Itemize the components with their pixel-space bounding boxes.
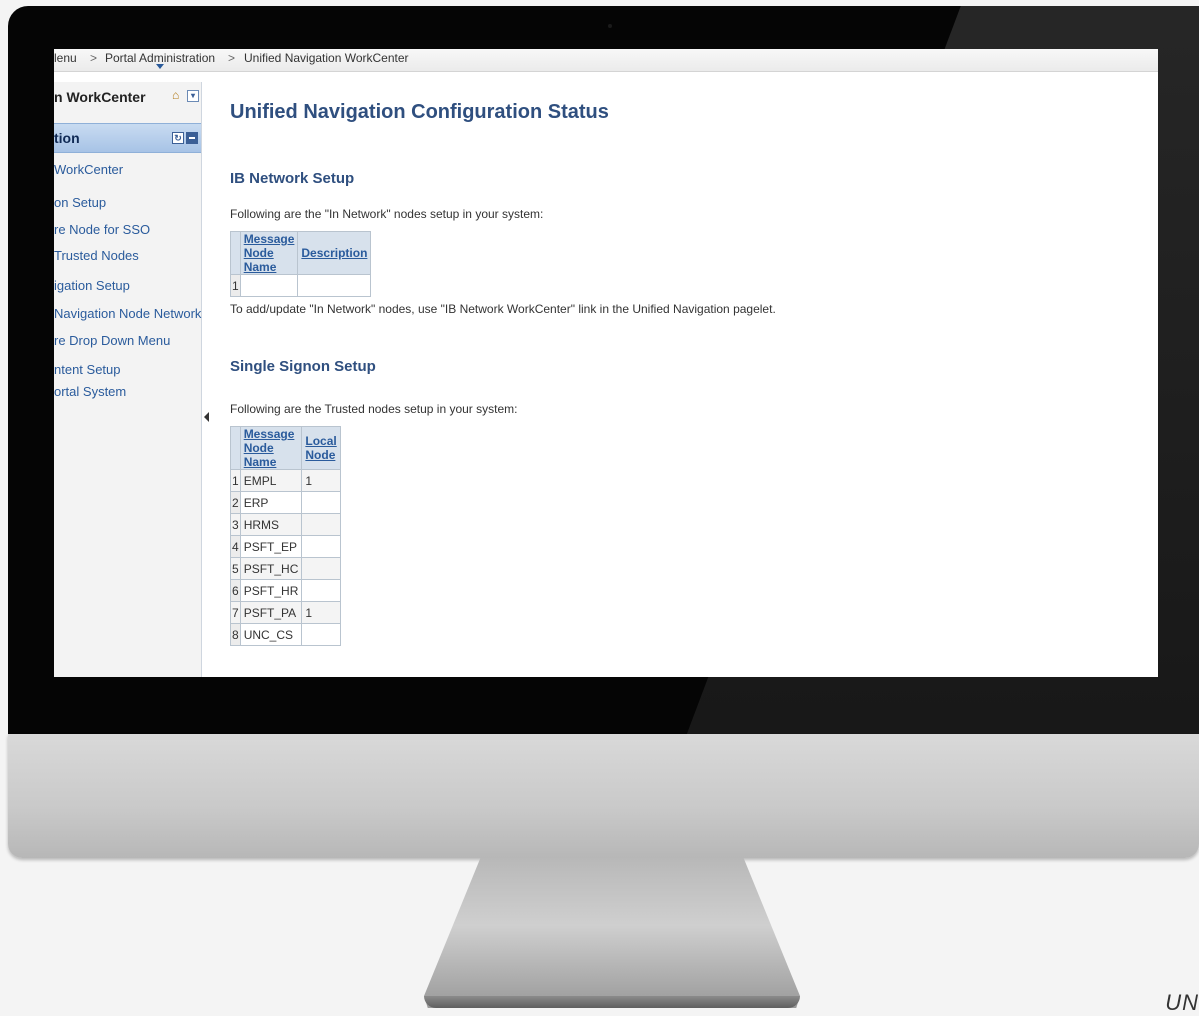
breadcrumb-caret-icon[interactable] — [156, 64, 164, 69]
cell-message-node-name: ERP — [239, 491, 303, 514]
cell-local-node — [301, 579, 341, 602]
screen: lenu > Portal Administration > Unified N… — [54, 49, 1158, 677]
sort-link-message-node-name[interactable]: Message Node Name — [244, 232, 295, 274]
sort-link-message-node-name[interactable]: Message Node Name — [244, 427, 295, 469]
page-title: Unified Navigation Configuration Status — [230, 101, 609, 123]
sidebar-item-configure-node-sso[interactable]: re Node for SSO — [54, 222, 150, 237]
row-number: 6 — [230, 579, 241, 602]
cell-message-node-name: PSFT_HC — [239, 557, 303, 580]
home-icon[interactable]: ⌂ — [172, 89, 185, 101]
ib-network-table: Message Node Name Description 1 — [230, 231, 372, 297]
sidebar-title: n WorkCenter — [54, 89, 146, 105]
ib-network-setup-title: IB Network Setup — [230, 170, 355, 187]
collapse-icon[interactable] — [186, 132, 198, 144]
refresh-icon[interactable]: ↻ — [172, 132, 184, 144]
row-number: 3 — [230, 513, 241, 536]
sidebar-item-drop-down-menu[interactable]: re Drop Down Menu — [54, 333, 170, 348]
breadcrumb-item-menu[interactable]: lenu — [54, 49, 77, 67]
table-row: 8 UNC_CS — [230, 623, 341, 646]
table-row: 2 ERP — [230, 491, 341, 514]
cell-local-node — [301, 535, 341, 558]
row-number: 2 — [230, 491, 241, 514]
sidebar: n WorkCenter ⌂ ▾ tion ↻ WorkCenter on Se… — [54, 82, 202, 677]
sidebar-item-portal-system[interactable]: ortal System — [54, 384, 126, 399]
cell-message-node-name: UNC_CS — [239, 623, 303, 646]
table-row: 3 HRMS — [230, 513, 341, 536]
breadcrumb-separator: > — [228, 51, 236, 65]
table-row: 1 — [230, 274, 372, 297]
row-number: 1 — [230, 274, 241, 297]
row-number: 7 — [230, 601, 241, 624]
sidebar-section-label: tion — [54, 130, 80, 146]
cell-message-node-name: EMPL — [239, 469, 303, 492]
cell-message-node-name: PSFT_EP — [239, 535, 303, 558]
sidebar-collapse-handle[interactable] — [203, 407, 209, 427]
breadcrumb-item-current: Unified Navigation WorkCenter — [244, 51, 409, 65]
row-number-header — [230, 426, 241, 470]
breadcrumb: lenu > Portal Administration > Unified N… — [54, 49, 1158, 72]
table-header-row: Message Node Name Local Node — [230, 426, 341, 470]
sort-link-description[interactable]: Description — [301, 246, 367, 260]
table-row: 7 PSFT_PA 1 — [230, 601, 341, 624]
cell-local-node: 1 — [301, 469, 341, 492]
ib-network-note: To add/update "In Network" nodes, use "I… — [230, 302, 776, 316]
sidebar-item-navigation-node-network[interactable]: Navigation Node Network — [54, 306, 201, 321]
monitor-chin — [8, 734, 1199, 858]
row-number: 5 — [230, 557, 241, 580]
sidebar-item-workcenter[interactable]: WorkCenter — [54, 162, 123, 177]
cell-local-node — [301, 513, 341, 536]
cell-message-node-name: PSFT_HR — [239, 579, 303, 602]
monitor-stand — [424, 858, 800, 1008]
cell-message-node-name: HRMS — [239, 513, 303, 536]
cell-message-node-name: PSFT_PA — [239, 601, 303, 624]
cell-description — [297, 274, 372, 297]
cell-local-node — [301, 491, 341, 514]
sidebar-item-content-setup[interactable]: ntent Setup — [54, 362, 121, 377]
camera-dot — [608, 24, 612, 28]
column-header-message-node-name[interactable]: Message Node Name — [239, 231, 299, 275]
single-signon-intro: Following are the Trusted nodes setup in… — [230, 402, 518, 416]
sort-link-local-node[interactable]: Local Node — [305, 434, 336, 462]
cell-local-node: 1 — [301, 601, 341, 624]
table-row: 4 PSFT_EP — [230, 535, 341, 558]
ib-network-intro: Following are the "In Network" nodes set… — [230, 207, 544, 221]
sidebar-item-navigation-setup[interactable]: on Setup — [54, 195, 106, 210]
table-row: 1 EMPL 1 — [230, 469, 341, 492]
table-row: 5 PSFT_HC — [230, 557, 341, 580]
row-number: 1 — [230, 469, 241, 492]
single-signon-setup-title: Single Signon Setup — [230, 358, 376, 375]
column-header-message-node-name[interactable]: Message Node Name — [239, 426, 303, 470]
cell-local-node — [301, 557, 341, 580]
row-number: 4 — [230, 535, 241, 558]
sidebar-title-bar: n WorkCenter ⌂ ▾ — [54, 85, 201, 109]
row-number-header — [230, 231, 241, 275]
sidebar-section-header[interactable]: tion ↻ — [54, 123, 201, 153]
monitor-stand-base — [424, 996, 800, 1008]
sidebar-item-navigation-setup-2[interactable]: igation Setup — [54, 278, 130, 293]
cell-local-node — [301, 623, 341, 646]
column-header-local-node[interactable]: Local Node — [301, 426, 341, 470]
sidebar-item-trusted-nodes[interactable]: Trusted Nodes — [54, 248, 139, 263]
table-header-row: Message Node Name Description — [230, 231, 372, 275]
row-number: 8 — [230, 623, 241, 646]
menu-dropdown-icon[interactable]: ▾ — [187, 90, 199, 102]
column-header-description[interactable]: Description — [297, 231, 372, 275]
breadcrumb-separator: > — [90, 51, 98, 65]
table-row: 6 PSFT_HR — [230, 579, 341, 602]
corner-text: UN — [1165, 990, 1199, 1015]
trusted-nodes-table: Message Node Name Local Node 1 EMPL 1 2 … — [230, 426, 341, 646]
cell-message-node-name — [239, 274, 299, 297]
